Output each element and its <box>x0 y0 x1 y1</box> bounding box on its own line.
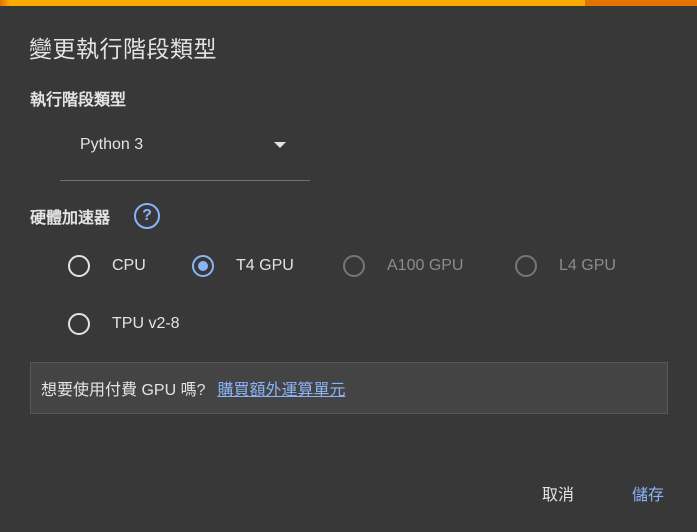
hardware-accelerator-label: 硬體加速器 <box>30 208 111 227</box>
paid-gpu-promo-banner: 想要使用付費 GPU 嗎? 購買額外運算單元 <box>30 362 668 414</box>
radio-label-t4-gpu: T4 GPU <box>236 257 294 274</box>
radio-option-a100-gpu: A100 GPU <box>343 252 463 280</box>
buy-compute-units-link[interactable]: 購買額外運算單元 <box>217 376 345 400</box>
dialog-title: 變更執行階段類型 <box>29 37 217 63</box>
runtime-type-value: Python 3 <box>80 136 144 153</box>
radio-option-tpu-v2-8[interactable]: TPU v2-8 <box>68 310 180 338</box>
dropdown-caret-icon <box>274 142 286 148</box>
radio-button-a100-gpu <box>343 255 365 277</box>
radio-button-tpu-v2-8[interactable] <box>68 313 90 335</box>
dialog-top-accent-bar <box>0 0 697 6</box>
radio-button-cpu[interactable] <box>68 255 90 277</box>
radio-option-t4-gpu[interactable]: T4 GPU <box>192 252 294 280</box>
save-button[interactable]: 儲存 <box>632 480 664 510</box>
radio-option-cpu[interactable]: CPU <box>68 252 146 280</box>
radio-button-l4-gpu <box>515 255 537 277</box>
radio-label-a100-gpu: A100 GPU <box>387 257 464 274</box>
radio-label-tpu-v2-8: TPU v2-8 <box>112 315 180 332</box>
runtime-type-select[interactable]: Python 3 <box>60 126 310 181</box>
help-icon[interactable]: ? <box>134 203 160 229</box>
runtime-type-label: 執行階段類型 <box>30 90 127 109</box>
radio-label-l4-gpu: L4 GPU <box>559 257 616 274</box>
change-runtime-dialog: 變更執行階段類型 執行階段類型 Python 3 硬體加速器 ? CPU T4 … <box>0 0 697 532</box>
cancel-button[interactable]: 取消 <box>542 480 574 510</box>
radio-button-t4-gpu[interactable] <box>192 255 214 277</box>
radio-option-l4-gpu: L4 GPU <box>515 252 616 280</box>
promo-text: 想要使用付費 GPU 嗎? <box>41 382 206 399</box>
radio-label-cpu: CPU <box>112 257 146 274</box>
